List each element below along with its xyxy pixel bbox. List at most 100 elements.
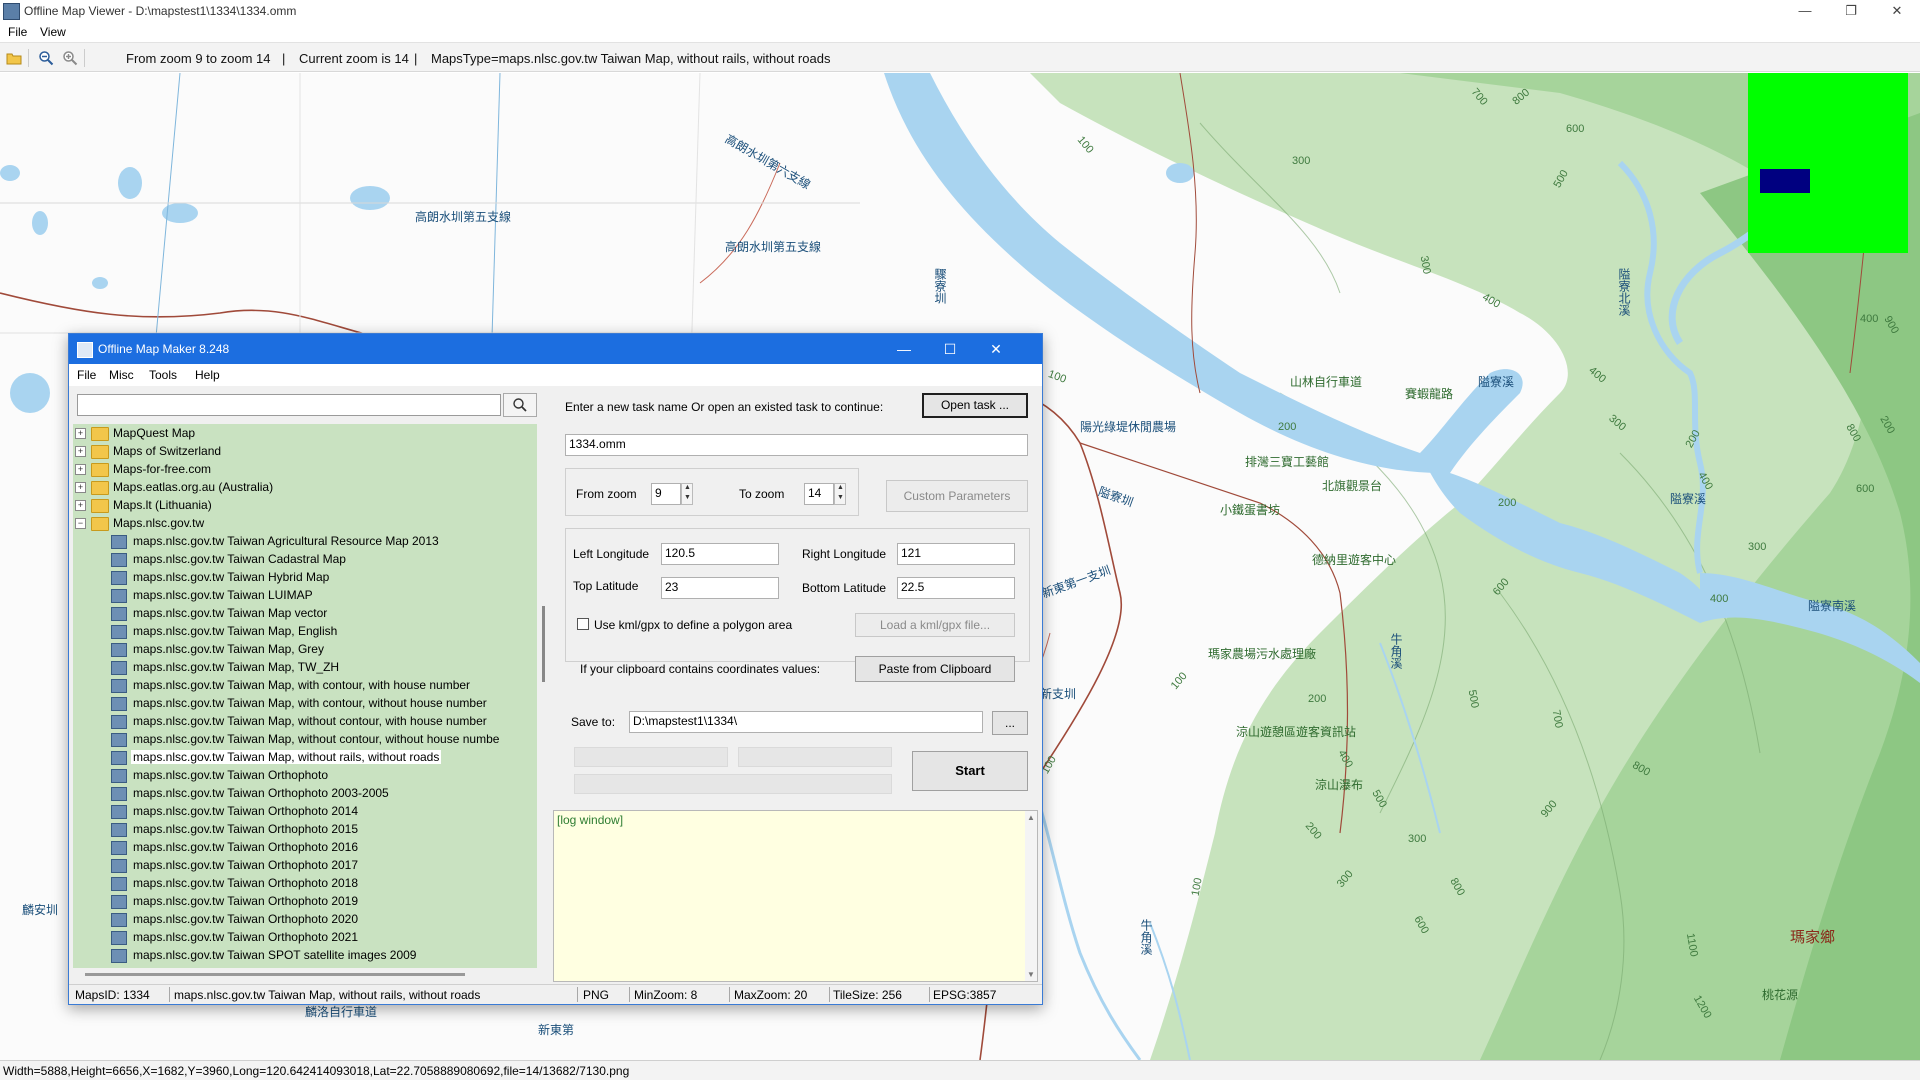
- dialog-statusbar: MapsID: 1334 maps.nlsc.gov.tw Taiwan Map…: [69, 984, 1042, 1004]
- search-icon: [513, 398, 527, 412]
- tree-item[interactable]: maps.nlsc.gov.tw Taiwan Hybrid Map: [73, 568, 533, 586]
- tree-item[interactable]: maps.nlsc.gov.tw Taiwan Orthophoto 2016: [73, 838, 533, 856]
- tree-vertical-scrollbar[interactable]: [539, 424, 551, 968]
- menu-help[interactable]: Help: [195, 368, 220, 382]
- browse-folder-button[interactable]: ...: [992, 711, 1028, 735]
- viewer-menubar: File View: [0, 22, 1920, 42]
- minimize-button[interactable]: —: [1782, 0, 1828, 22]
- task-name-input[interactable]: 1334.omm: [565, 434, 1028, 456]
- top-latitude-label: Top Latitude: [573, 579, 639, 593]
- dialog-minimize-button[interactable]: —: [881, 334, 927, 364]
- tree-item[interactable]: maps.nlsc.gov.tw Taiwan Cadastral Map: [73, 550, 533, 568]
- tree-item[interactable]: maps.nlsc.gov.tw Taiwan Orthophoto 2017: [73, 856, 533, 874]
- tree-item[interactable]: + MapQuest Map: [73, 424, 533, 442]
- load-kml-button[interactable]: Load a kml/gpx file...: [855, 613, 1015, 637]
- search-button[interactable]: [503, 393, 537, 417]
- tree-item[interactable]: maps.nlsc.gov.tw Taiwan Map, without con…: [73, 712, 533, 730]
- menu-file[interactable]: File: [77, 368, 96, 382]
- tree-item-label: Maps.lt (Lithuania): [113, 498, 212, 512]
- map-label: 德納里遊客中心: [1312, 553, 1397, 567]
- expand-icon[interactable]: +: [75, 500, 86, 511]
- tree-item[interactable]: maps.nlsc.gov.tw Taiwan LUIMAP: [73, 586, 533, 604]
- viewer-statusbar: Width=5888,Height=6656,X=1682,Y=3960,Lon…: [0, 1060, 1920, 1080]
- menu-view[interactable]: View: [40, 25, 66, 39]
- dialog-maximize-button[interactable]: ☐: [927, 334, 973, 364]
- tree-item[interactable]: maps.nlsc.gov.tw Taiwan Map, with contou…: [73, 694, 533, 712]
- maximize-button[interactable]: ❐: [1828, 0, 1874, 22]
- tree-item[interactable]: maps.nlsc.gov.tw Taiwan Map, with contou…: [73, 676, 533, 694]
- tree-item[interactable]: maps.nlsc.gov.tw Taiwan Orthophoto 2020: [73, 910, 533, 928]
- tree-item[interactable]: maps.nlsc.gov.tw Taiwan Orthophoto 2014: [73, 802, 533, 820]
- tree-item[interactable]: + Maps.lt (Lithuania): [73, 496, 533, 514]
- map-label: 新東第: [538, 1023, 575, 1037]
- start-button[interactable]: Start: [912, 751, 1028, 791]
- tree-item[interactable]: maps.nlsc.gov.tw Taiwan Orthophoto: [73, 766, 533, 784]
- close-button[interactable]: ✕: [1874, 0, 1920, 22]
- tree-item[interactable]: maps.nlsc.gov.tw Taiwan Map, TW_ZH: [73, 658, 533, 676]
- zoom-out-icon[interactable]: [38, 50, 54, 66]
- tree-item[interactable]: maps.nlsc.gov.tw Taiwan Map vector: [73, 604, 533, 622]
- map-tile-icon: [111, 679, 127, 693]
- menu-file[interactable]: File: [8, 25, 27, 39]
- menu-misc[interactable]: Misc: [109, 368, 134, 382]
- tree-item[interactable]: maps.nlsc.gov.tw Taiwan Orthophoto 2003-…: [73, 784, 533, 802]
- bottom-latitude-input[interactable]: 22.5: [897, 577, 1015, 599]
- open-folder-icon[interactable]: [6, 50, 22, 66]
- menu-tools[interactable]: Tools: [149, 368, 177, 382]
- tree-item[interactable]: maps.nlsc.gov.tw Taiwan Orthophoto 2018: [73, 874, 533, 892]
- dialog-titlebar[interactable]: Offline Map Maker 8.248 — ☐ ✕: [69, 334, 1042, 364]
- custom-parameters-button[interactable]: Custom Parameters: [886, 480, 1028, 512]
- tree-item[interactable]: + Maps-for-free.com: [73, 460, 533, 478]
- tree-item-label: maps.nlsc.gov.tw Taiwan Map, with contou…: [133, 696, 487, 710]
- tree-horizontal-scrollbar[interactable]: [73, 970, 537, 980]
- tree-item[interactable]: − Maps.nlsc.gov.tw: [73, 514, 533, 532]
- tree-item-label: Maps of Switzerland: [113, 444, 222, 458]
- tree-item[interactable]: maps.nlsc.gov.tw Taiwan Map, without con…: [73, 730, 533, 748]
- paste-clipboard-button[interactable]: Paste from Clipboard: [855, 656, 1015, 682]
- zoom-range-text: From zoom 9 to zoom 14: [126, 51, 271, 66]
- use-kml-checkbox[interactable]: [577, 618, 589, 630]
- expand-icon[interactable]: +: [75, 428, 86, 439]
- map-tile-icon: [111, 697, 127, 711]
- expand-icon[interactable]: +: [75, 482, 86, 493]
- status-format: PNG: [583, 988, 610, 1002]
- from-zoom-label: From zoom: [576, 487, 637, 501]
- tree-item[interactable]: + Maps of Switzerland: [73, 442, 533, 460]
- tree-item[interactable]: maps.nlsc.gov.tw Taiwan Map, English: [73, 622, 533, 640]
- map-label: 瑪家鄉: [1790, 929, 1836, 946]
- open-task-button[interactable]: Open task ...: [922, 393, 1028, 418]
- right-longitude-input[interactable]: 121: [897, 543, 1015, 565]
- maps-tree[interactable]: + MapQuest Map + Maps of Switzerland + Maps-f…: [73, 424, 537, 968]
- tree-item[interactable]: maps.nlsc.gov.tw Taiwan Map, Grey: [73, 640, 533, 658]
- map-tile-icon: [111, 913, 127, 927]
- left-longitude-input[interactable]: 120.5: [661, 543, 779, 565]
- tree-item[interactable]: maps.nlsc.gov.tw Taiwan SPOT satellite i…: [73, 946, 533, 964]
- map-tile-icon: [111, 751, 127, 765]
- to-zoom-stepper[interactable]: ▲ ▼: [834, 483, 846, 505]
- tree-item[interactable]: + Maps.eatlas.org.au (Australia): [73, 478, 533, 496]
- dialog-close-button[interactable]: ✕: [973, 334, 1019, 364]
- to-zoom-input[interactable]: 14: [804, 483, 834, 505]
- tree-item-label: maps.nlsc.gov.tw Taiwan Map, without rai…: [131, 750, 442, 764]
- log-window[interactable]: [log window] ▲ ▼: [553, 810, 1038, 982]
- log-scrollbar[interactable]: ▲ ▼: [1025, 811, 1037, 981]
- tree-item[interactable]: maps.nlsc.gov.tw Taiwan Agricultural Res…: [73, 532, 533, 550]
- current-zoom-text: Current zoom is 14: [299, 51, 409, 66]
- tree-item[interactable]: maps.nlsc.gov.tw Taiwan Map, without rai…: [73, 748, 533, 766]
- zoom-in-icon[interactable]: [62, 50, 78, 66]
- from-zoom-stepper[interactable]: ▲ ▼: [681, 483, 693, 505]
- status-text: Width=5888,Height=6656,X=1682,Y=3960,Lon…: [3, 1064, 630, 1078]
- from-zoom-input[interactable]: 9: [651, 483, 681, 505]
- collapse-icon[interactable]: −: [75, 518, 86, 529]
- expand-icon[interactable]: +: [75, 446, 86, 457]
- expand-icon[interactable]: +: [75, 464, 86, 475]
- save-to-input[interactable]: D:\mapstest1\1334\: [629, 711, 983, 733]
- map-tile-icon: [111, 733, 127, 747]
- map-label: 驟寮圳: [933, 268, 947, 304]
- map-search-input[interactable]: [77, 394, 501, 416]
- tree-item[interactable]: maps.nlsc.gov.tw Taiwan Orthophoto 2015: [73, 820, 533, 838]
- top-latitude-input[interactable]: 23: [661, 577, 779, 599]
- tree-item[interactable]: maps.nlsc.gov.tw Taiwan Orthophoto 2021: [73, 928, 533, 946]
- tree-item-label: maps.nlsc.gov.tw Taiwan Map, with contou…: [133, 678, 471, 692]
- tree-item[interactable]: maps.nlsc.gov.tw Taiwan Orthophoto 2019: [73, 892, 533, 910]
